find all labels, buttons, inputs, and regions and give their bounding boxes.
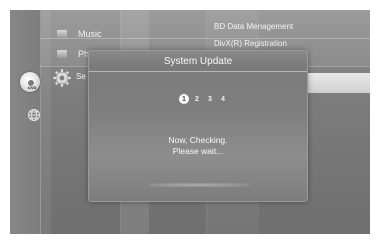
- menu-item-divx-registration[interactable]: DivX(R) Registration: [214, 39, 287, 48]
- status-message: Now, Checking.: [168, 135, 228, 145]
- dialog-divider: [89, 71, 307, 72]
- globe-icon: [28, 109, 40, 121]
- step-1: 1: [179, 94, 189, 104]
- disc-icon: DVD: [20, 72, 40, 92]
- dialog-title: System Update: [163, 56, 233, 67]
- dialog-glow: [149, 183, 249, 187]
- step-4: 4: [221, 95, 225, 103]
- status-message-wait: Please wait...: [172, 146, 224, 156]
- background-band: [40, 10, 51, 234]
- menu-item-music[interactable]: Music: [78, 29, 102, 39]
- music-icon: [57, 30, 67, 38]
- step-2: 2: [195, 95, 199, 103]
- step-3: 3: [208, 95, 212, 103]
- menu-screen: Music Ph BD Data Menagement DivX(R) Regi…: [10, 10, 370, 234]
- menu-item-settings[interactable]: Se: [76, 72, 86, 81]
- selected-row-highlight: [308, 73, 370, 93]
- system-update-dialog: System Update 1 2 3 4 Now, Checking. Ple…: [88, 50, 308, 202]
- step-indicator: 1 2 3 4: [179, 94, 228, 106]
- left-column: [10, 10, 41, 234]
- gear-icon[interactable]: [52, 68, 72, 88]
- photo-icon: [57, 50, 67, 58]
- menu-item-bd-data-management[interactable]: BD Data Menagement: [214, 22, 293, 31]
